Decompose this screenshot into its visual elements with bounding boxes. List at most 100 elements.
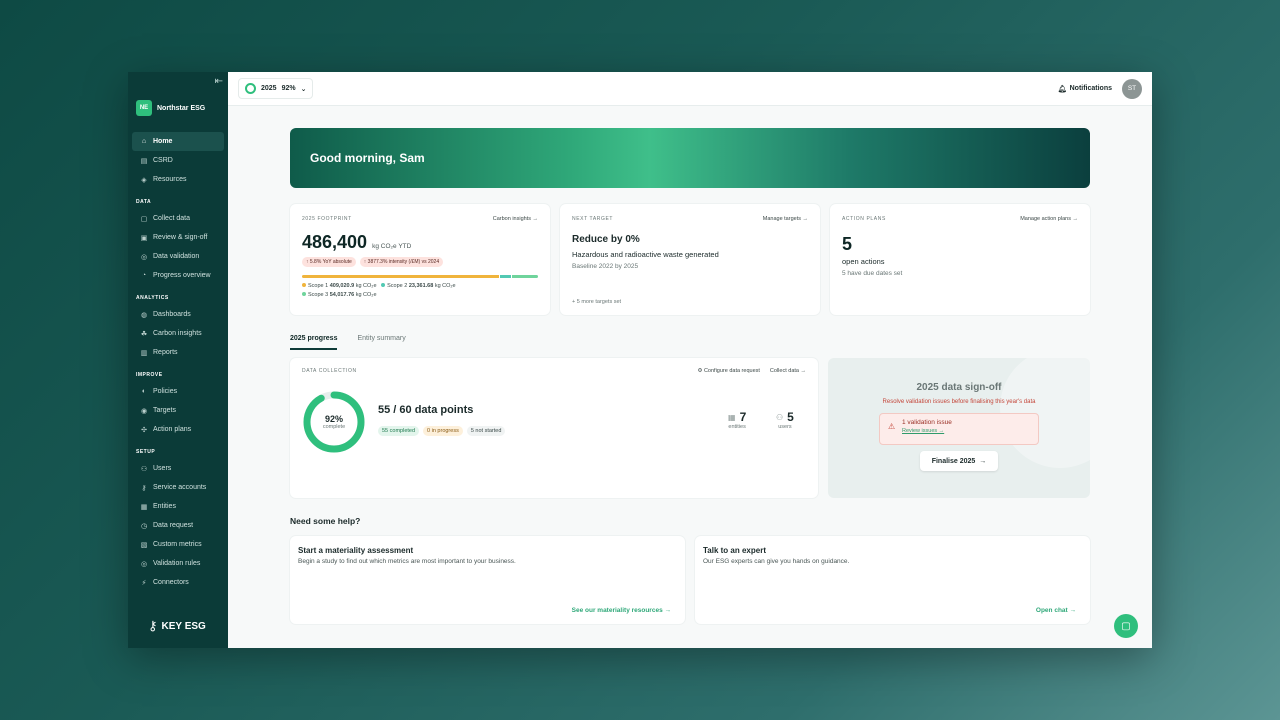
- sidebar-item-label: Users: [153, 465, 172, 472]
- validation-issue-text: 1 validation issue: [902, 419, 952, 426]
- tab-entity-summary[interactable]: Entity summary: [357, 335, 405, 350]
- users-icon: ⚇: [776, 412, 784, 422]
- target-subtitle: Hazardous and radioactive waste generate…: [572, 250, 719, 259]
- sidebar-item-policies[interactable]: ◐ Policies: [132, 382, 224, 401]
- users-icon: ⚇: [140, 465, 148, 473]
- sidebar-item-resources[interactable]: ◈ Resources: [132, 170, 224, 189]
- scope3-value: 54,017.76: [329, 292, 355, 299]
- materiality-card: Start a materiality assessment Begin a s…: [290, 536, 685, 624]
- open-chat-link[interactable]: Open chat →: [1036, 607, 1076, 614]
- entities-label: entities: [728, 424, 746, 430]
- building-icon: ▦: [140, 503, 148, 511]
- metrics-icon: ▧: [140, 541, 148, 549]
- scope2-dot: [381, 283, 386, 287]
- tab-2025-progress[interactable]: 2025 progress: [290, 335, 338, 350]
- sidebar-item-collect-data[interactable]: ▢ Collect data: [132, 209, 224, 228]
- progress-ring-icon: [245, 83, 256, 94]
- avatar[interactable]: ST: [1122, 78, 1142, 99]
- report-icon: ▥: [140, 349, 148, 357]
- progress-row: DATA COLLECTION ⚙ Configure data request…: [290, 358, 1090, 498]
- open-actions-count: 5: [842, 234, 853, 254]
- clipboard-icon: ▢: [140, 215, 148, 223]
- sidebar-item-targets[interactable]: ◉ Targets: [132, 401, 224, 420]
- sidebar-item-data-request[interactable]: ◷ Data request: [132, 516, 224, 535]
- sidebar-item-data-validation[interactable]: ◎ Data validation: [132, 247, 224, 266]
- warning-icon: ⚠: [888, 422, 896, 431]
- notifications-button[interactable]: 🔔︎ Notifications: [1058, 85, 1112, 93]
- footprint-value: 486,400 kg CO₂e YTD: [302, 232, 538, 253]
- scope2-label: Scope 2: [387, 283, 408, 289]
- configure-label: Configure data request: [703, 368, 760, 374]
- sidebar-item-review-signoff[interactable]: ▣ Review & sign-off: [132, 228, 224, 247]
- materiality-resources-link[interactable]: See our materiality resources →: [572, 607, 671, 614]
- key-esg-logo: ⚷ KEY ESG: [148, 618, 206, 634]
- intensity-badge: ↑ 3877.3% intensity (/£M) vs 2024: [359, 257, 444, 267]
- finalise-button[interactable]: Finalise 2025 →: [920, 451, 998, 471]
- sidebar-item-validation-rules[interactable]: ◎ Validation rules: [132, 554, 224, 573]
- sidebar-item-carbon-insights[interactable]: ☘ Carbon insights: [132, 324, 224, 343]
- manage-action-plans-link[interactable]: Manage action plans →: [1020, 216, 1078, 222]
- sidebar-item-home[interactable]: ⌂ Home: [132, 132, 224, 151]
- target-baseline: Baseline 2022 by 2025: [572, 263, 639, 270]
- action-plans-card: ACTION PLANS Manage action plans → 5 ope…: [830, 204, 1090, 315]
- not-started-badge: 5 not started: [466, 426, 506, 436]
- year-selector[interactable]: 2025 92% ⌄: [238, 78, 314, 99]
- review-issues-link[interactable]: Review issues →: [902, 428, 1038, 434]
- card-label: 2025 FOOTPRINT: [302, 216, 352, 222]
- scope2-bar: [499, 275, 512, 278]
- signoff-title: 2025 data sign-off: [916, 382, 1002, 393]
- sidebar-item-dashboards[interactable]: ◍ Dashboards: [132, 305, 224, 324]
- sidebar-item-label: Progress overview: [153, 272, 211, 279]
- sidebar-item-label: Resources: [153, 176, 187, 183]
- carbon-insights-link[interactable]: Carbon insights →: [493, 216, 538, 222]
- completed-badge: 55 completed: [378, 426, 420, 436]
- footprint-card: 2025 FOOTPRINT Carbon insights → 486,400…: [290, 204, 550, 315]
- sidebar-item-reports[interactable]: ▥ Reports: [132, 343, 224, 362]
- manage-targets-link[interactable]: Manage targets →: [763, 216, 808, 222]
- sidebar-item-connectors[interactable]: ⚡ Connectors: [132, 573, 224, 592]
- notifications-label: Notifications: [1069, 85, 1112, 92]
- sidebar-item-action-plans[interactable]: ✣ Action plans: [132, 420, 224, 439]
- policy-icon: ◐: [141, 388, 147, 395]
- greeting-text: Good morning, Sam: [310, 151, 425, 165]
- users-label: users: [778, 424, 792, 430]
- footprint-number: 486,400: [302, 232, 368, 252]
- sidebar-item-csrd[interactable]: ▤ CSRD: [132, 151, 224, 170]
- sidebar-item-progress-overview[interactable]: ◔ Progress overview: [132, 266, 224, 285]
- sidebar-item-entities[interactable]: ▦ Entities: [132, 497, 224, 516]
- materiality-title: Start a materiality assessment: [298, 546, 414, 555]
- card-label: DATA COLLECTION: [302, 368, 357, 374]
- sidebar-item-service-accounts[interactable]: ⚷ Service accounts: [132, 478, 224, 497]
- progress-icon: ◔: [141, 272, 147, 279]
- scope3-label: Scope 3: [308, 292, 329, 299]
- help-title: Need some help?: [290, 516, 361, 526]
- chat-launcher-button[interactable]: ▢: [1114, 614, 1138, 638]
- topbar: 2025 92% ⌄ 🔔︎ Notifications ST: [228, 72, 1152, 106]
- entities-count: 7: [739, 410, 747, 424]
- sidebar-item-custom-metrics[interactable]: ▧ Custom metrics: [132, 535, 224, 554]
- key-icon: ⚷: [148, 618, 158, 633]
- more-targets-link[interactable]: + 5 more targets set: [572, 299, 621, 305]
- sidebar-item-label: Review & sign-off: [153, 234, 208, 241]
- collect-data-link[interactable]: Collect data →: [770, 368, 806, 374]
- brand-name: Northstar ESG: [157, 104, 206, 112]
- plug-icon: ⚡: [141, 579, 147, 587]
- sidebar-item-label: Connectors: [153, 579, 189, 586]
- open-actions-label: open actions: [842, 257, 885, 266]
- scope-unit: kg CO₂e: [355, 283, 377, 289]
- progress-tabs: 2025 progress Entity summary: [290, 335, 1090, 350]
- check-circle-icon: ◎: [140, 560, 148, 568]
- sidebar-item-users[interactable]: ⚇ Users: [132, 459, 224, 478]
- sidebar-item-label: Action plans: [153, 426, 192, 433]
- configure-data-request-link[interactable]: ⚙ Configure data request: [697, 368, 759, 374]
- sidebar-item-label: Service accounts: [153, 484, 207, 491]
- yoy-badge: ↑ 5.8% YoY absolute: [302, 257, 356, 267]
- data-points-title: 55 / 60 data points: [378, 404, 474, 416]
- check-circle-icon: ◎: [140, 253, 148, 261]
- target-icon: ◉: [140, 407, 148, 415]
- brand[interactable]: NE Northstar ESG: [136, 100, 228, 116]
- section-setup: SETUP: [136, 449, 156, 455]
- collapse-sidebar-icon[interactable]: ⇤: [215, 76, 223, 87]
- scope-legend: Scope 1 409,020.9 kg CO₂e Scope 2 23,361…: [302, 282, 538, 301]
- signoff-warning: Resolve validation issues before finalis…: [882, 399, 1036, 405]
